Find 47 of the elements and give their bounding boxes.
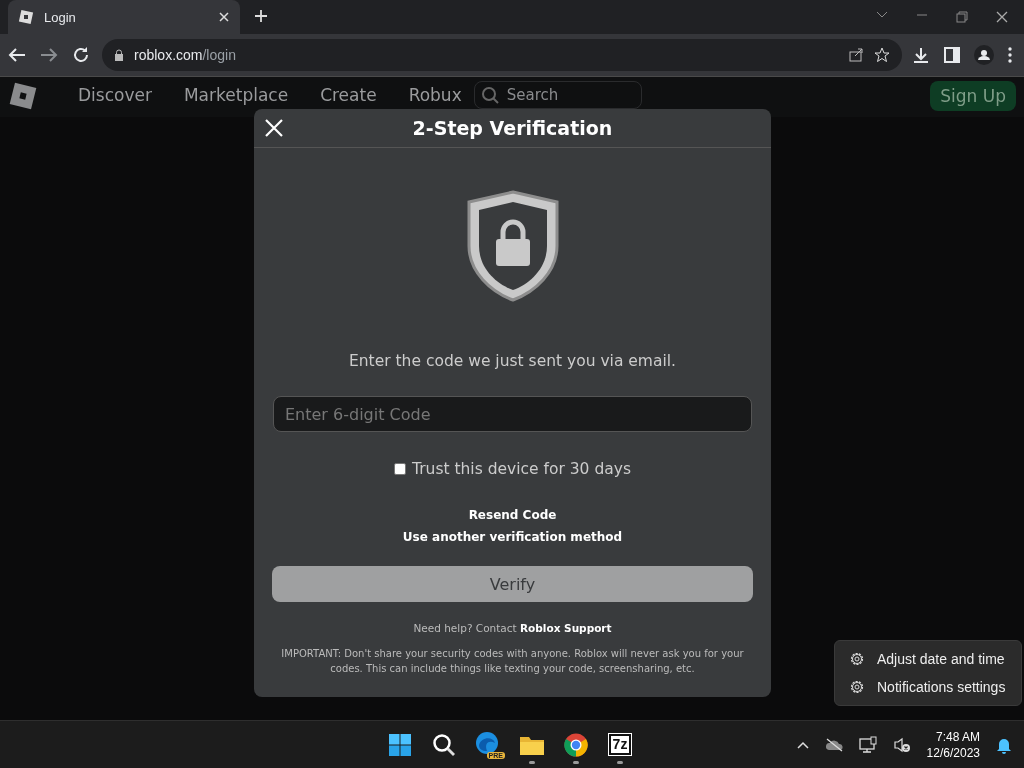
nav-link[interactable]: Marketplace bbox=[183, 81, 289, 105]
trust-checkbox[interactable] bbox=[394, 463, 406, 475]
settings-icon bbox=[849, 651, 865, 667]
code-input-field[interactable]: Enter 6-digit Code bbox=[273, 396, 752, 432]
chrome-logo-icon bbox=[564, 732, 588, 757]
chevron-up-icon[interactable] bbox=[796, 740, 809, 749]
archiver-logo-icon: 7z bbox=[608, 734, 632, 755]
address-bar[interactable]: roblox.com/login bbox=[102, 39, 902, 71]
plus-icon[interactable] bbox=[254, 8, 268, 23]
instruction-text: Enter the code we just sent you via email. bbox=[349, 352, 676, 370]
taskbar-app[interactable]: 7z bbox=[600, 724, 640, 765]
lock-icon bbox=[114, 48, 124, 62]
side-panel-icon[interactable] bbox=[944, 47, 960, 63]
nav-link[interactable]: Create bbox=[320, 81, 377, 105]
close-icon[interactable] bbox=[996, 11, 1008, 23]
star-icon[interactable] bbox=[874, 47, 890, 63]
browser-wave-icon bbox=[475, 730, 499, 755]
network-monitor-icon[interactable] bbox=[858, 735, 877, 754]
chevron-down-icon[interactable] bbox=[876, 11, 888, 19]
resend-code-link[interactable]: Resend Code bbox=[468, 508, 557, 522]
nav-link[interactable]: Robux bbox=[408, 81, 462, 105]
more-menu-icon[interactable] bbox=[1008, 47, 1012, 63]
security-notice: IMPORTANT: Don't share your security codes with anyone. Roblox will never ask you for your codes. This can include things like texting your code, screensharing, etc. bbox=[280, 647, 745, 676]
cube-logo-icon bbox=[18, 9, 34, 25]
search-icon bbox=[480, 86, 499, 104]
windows-start-icon bbox=[388, 732, 412, 757]
restore-icon[interactable] bbox=[956, 11, 968, 23]
menu-item[interactable]: Adjust date and time bbox=[835, 645, 1021, 673]
cloud-off-icon[interactable] bbox=[824, 737, 843, 752]
search-icon bbox=[432, 732, 456, 757]
alternate-method-link[interactable]: Use another verification method bbox=[402, 530, 623, 544]
nav-link[interactable]: Discover bbox=[78, 81, 152, 105]
speaker-muted-icon[interactable] bbox=[892, 736, 911, 753]
profile-icon[interactable] bbox=[974, 45, 994, 65]
trust-label: Trust this device for 30 days bbox=[412, 460, 631, 478]
download-icon[interactable] bbox=[912, 46, 930, 64]
share-icon[interactable] bbox=[848, 47, 864, 63]
settings-icon bbox=[849, 679, 865, 695]
search-placeholder: Search bbox=[506, 86, 559, 104]
url-text: roblox.com/login bbox=[134, 47, 236, 63]
clock[interactable]: 7:48 AM 12/6/2023 bbox=[926, 728, 980, 761]
help-text: Need help? Contact Roblox Support bbox=[413, 622, 612, 634]
tab-title: Login bbox=[44, 9, 77, 25]
browser-tab[interactable]: Login bbox=[8, 0, 240, 34]
sign-up-button[interactable]: Sign Up bbox=[930, 81, 1016, 111]
dialog-title: 2-Step Verification bbox=[412, 117, 613, 139]
menu-item[interactable]: Notifications settings bbox=[835, 673, 1021, 701]
